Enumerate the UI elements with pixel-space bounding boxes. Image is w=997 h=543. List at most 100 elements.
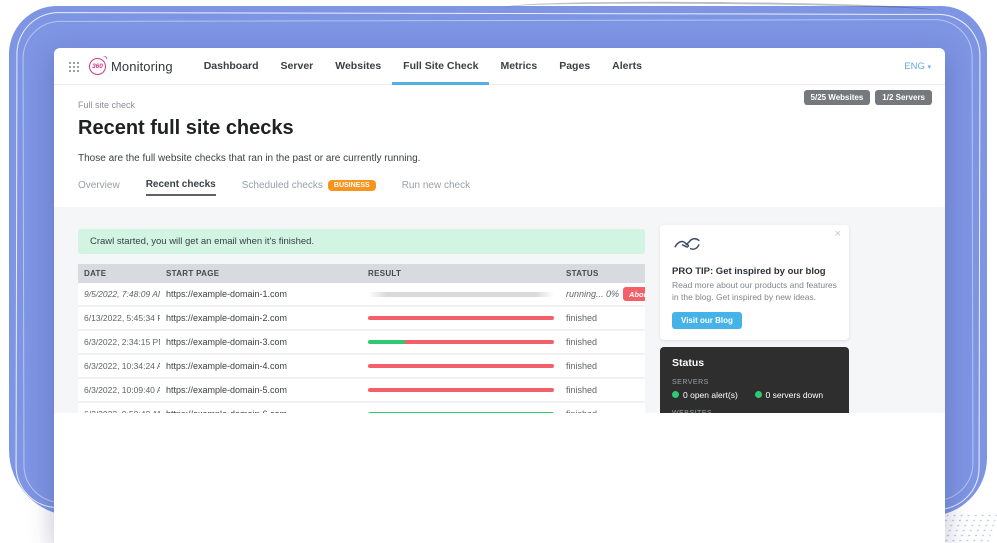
column-header-start-page: START PAGE [160, 269, 362, 278]
nav-item-server[interactable]: Server [270, 48, 325, 84]
table-row: 6/3/2022, 2:34:15 PMhttps://example-doma… [78, 331, 645, 355]
cell-start-page: https://example-domain-1.com [160, 289, 362, 299]
cell-start-page: https://example-domain-5.com [160, 385, 362, 395]
business-badge: BUSINESS [328, 180, 376, 191]
chevron-down-icon: ▾ [927, 64, 931, 71]
status-text: finished [566, 409, 597, 413]
nav-item-websites[interactable]: Websites [324, 48, 392, 84]
marketing-stage: 360 Monitoring DashboardServerWebsitesFu… [0, 0, 997, 543]
cell-result [362, 292, 560, 297]
cell-result [362, 412, 560, 413]
tab-label: Recent checks [146, 179, 216, 190]
side-column: × PRO TIP: Get inspired by our blog Read… [660, 207, 849, 413]
app-window: 360 Monitoring DashboardServerWebsitesFu… [54, 48, 945, 543]
status-sections: SERVERS 0 open alert(s) 0 servers down WEBS… [672, 379, 837, 413]
checks-table: DATESTART PAGERESULTSTATUS9/5/2022, 7:48… [78, 264, 645, 413]
progress-bar [368, 412, 554, 413]
tab-overview[interactable]: Overview [78, 180, 120, 195]
status-text: finished [566, 313, 597, 323]
status-item-label: 0 servers down [766, 390, 824, 400]
visit-blog-button[interactable]: Visit our Blog [672, 312, 742, 329]
language-selector[interactable]: ENG ▾ [904, 61, 931, 72]
status-section-heading-servers: SERVERS [672, 379, 837, 386]
green-dot-icon [672, 391, 679, 398]
table-row: 6/13/2022, 5:45:34 PMhttps://example-dom… [78, 307, 645, 331]
abort-button[interactable]: Abort [623, 287, 645, 301]
tab-run-new-check[interactable]: Run new check [402, 180, 470, 195]
progress-bar [368, 388, 554, 392]
cell-status: finished [560, 385, 645, 395]
status-text: running... 0% [566, 289, 619, 299]
status-section-heading-websites: WEBSITES [672, 410, 837, 413]
status-text: finished [566, 361, 597, 371]
tab-label: Overview [78, 180, 120, 191]
top-nav-bar: 360 Monitoring DashboardServerWebsitesFu… [54, 48, 945, 85]
cell-result [362, 316, 560, 320]
cell-date: 6/13/2022, 5:45:34 PM [78, 313, 160, 323]
apps-grid-icon[interactable] [68, 61, 79, 72]
bar-segment-ok [368, 412, 554, 413]
cell-status: finished [560, 361, 645, 371]
status-text: finished [566, 337, 597, 347]
tab-bar: Overview Recent checks Scheduled checks BUS… [78, 179, 945, 196]
pro-tip-body: Read more about our products and feature… [672, 280, 837, 304]
bar-segment-error [368, 316, 554, 320]
page-subtitle: Those are the full website checks that r… [78, 153, 945, 164]
logo-text: Monitoring [111, 59, 173, 74]
cell-result [362, 388, 560, 392]
nav-item-metrics[interactable]: Metrics [489, 48, 548, 84]
cell-status: finished [560, 409, 645, 413]
main-nav: DashboardServerWebsitesFull Site CheckMe… [193, 48, 653, 84]
column-header-date: DATE [78, 269, 160, 278]
page-title: Recent full site checks [78, 117, 945, 140]
progress-bar-pending [368, 292, 554, 297]
status-text: finished [566, 385, 597, 395]
status-item-label: 0 open alert(s) [683, 390, 738, 400]
cell-date: 6/3/2022, 10:34:24 AM [78, 361, 160, 371]
tab-recent-checks[interactable]: Recent checks [146, 179, 216, 196]
progress-bar [368, 316, 554, 320]
cell-date: 9/5/2022, 7:48:09 AM [78, 289, 160, 299]
brand-logo[interactable]: 360 Monitoring [89, 58, 173, 75]
language-label: ENG [904, 61, 925, 72]
cell-result [362, 364, 560, 368]
green-dot-icon [755, 391, 762, 398]
cell-start-page: https://example-domain-3.com [160, 337, 362, 347]
tab-label: Scheduled checks [242, 180, 323, 191]
quota-badge-5-25-websites[interactable]: 5/25 Websites [804, 90, 871, 105]
logo-360-icon: 360 [89, 58, 106, 75]
status-panel-title: Status [672, 357, 837, 369]
cell-status: finished [560, 337, 645, 347]
column-header-result: RESULT [362, 269, 560, 278]
pro-tip-card: × PRO TIP: Get inspired by our blog Read… [660, 225, 849, 340]
nav-item-alerts[interactable]: Alerts [601, 48, 653, 84]
quota-badge-1-2-servers[interactable]: 1/2 Servers [875, 90, 932, 105]
cell-status: finished [560, 313, 645, 323]
table-row: 9/5/2022, 7:48:09 AMhttps://example-doma… [78, 283, 645, 307]
status-item-0-open-alert-s: 0 open alert(s) [672, 390, 755, 400]
success-banner: Crawl started, you will get an email whe… [78, 229, 645, 254]
nav-item-pages[interactable]: Pages [548, 48, 601, 84]
bar-segment-error [368, 364, 554, 368]
bar-segment-error [368, 388, 554, 392]
cell-start-page: https://example-domain-6.com [160, 409, 362, 413]
table-row: 6/3/2022, 10:09:40 AMhttps://example-dom… [78, 379, 645, 403]
nav-item-dashboard[interactable]: Dashboard [193, 48, 270, 84]
nav-item-full-site-check[interactable]: Full Site Check [392, 48, 489, 84]
table-row: 6/3/2022, 10:34:24 AMhttps://example-dom… [78, 355, 645, 379]
content-area: Crawl started, you will get an email whe… [54, 207, 945, 413]
tab-label: Run new check [402, 180, 470, 191]
cell-date: 6/3/2022, 9:58:42 AM [78, 409, 160, 413]
column-header-status: STATUS [560, 269, 645, 278]
table-header-row: DATESTART PAGERESULTSTATUS [78, 264, 645, 283]
close-icon[interactable]: × [835, 228, 841, 240]
page-header: 5/25 Websites1/2 Servers Full site check… [54, 85, 945, 207]
cell-status: running... 0% Abort [560, 287, 645, 301]
table-row: 6/3/2022, 9:58:42 AMhttps://example-doma… [78, 403, 645, 413]
progress-bar [368, 364, 554, 368]
status-panel: Status SERVERS 0 open alert(s) 0 servers d… [660, 347, 849, 413]
bar-segment-ok [368, 340, 405, 344]
cell-date: 6/3/2022, 2:34:15 PM [78, 337, 160, 347]
tab-scheduled-checks[interactable]: Scheduled checks BUSINESS [242, 180, 376, 195]
cell-start-page: https://example-domain-2.com [160, 313, 362, 323]
